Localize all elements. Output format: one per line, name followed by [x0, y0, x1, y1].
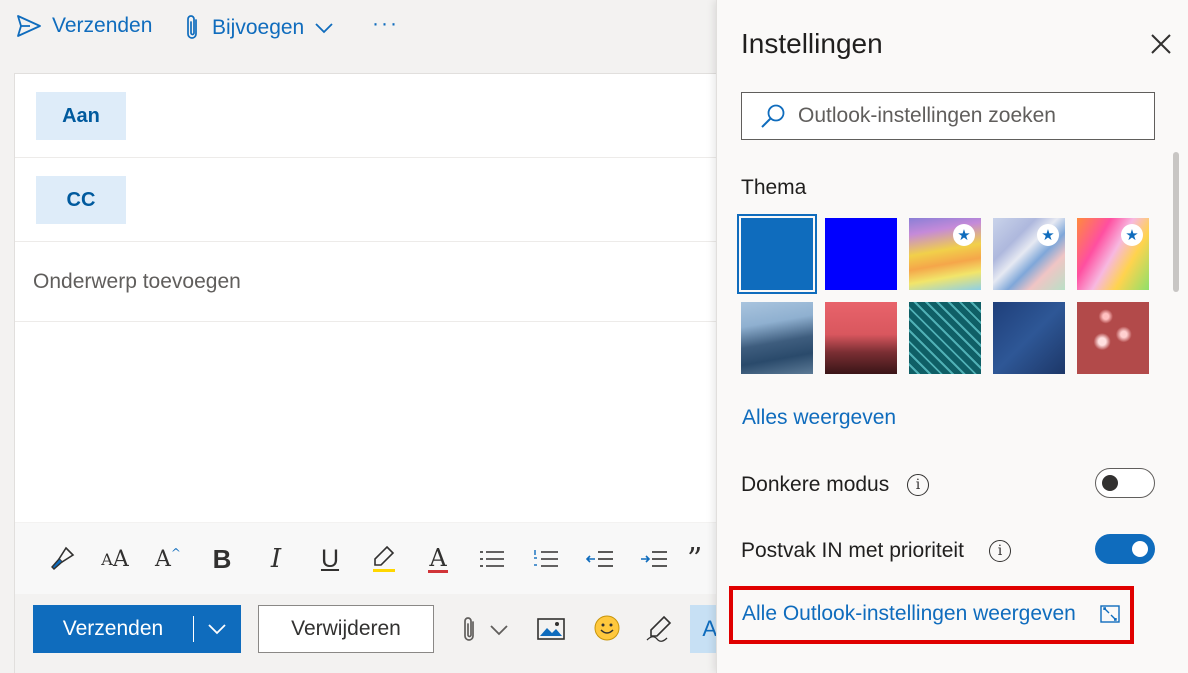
format-painter-icon[interactable]	[42, 541, 82, 577]
send-button-label: Verzenden	[62, 617, 164, 640]
attach-command[interactable]: Bijvoegen	[184, 14, 334, 42]
theme-lights[interactable]	[1077, 302, 1149, 374]
cc-row[interactable]: CC	[15, 158, 717, 242]
compose-form: Aan CC Onderwerp toevoegen AA A ^ B I U A	[14, 73, 717, 673]
open-in-new-icon	[1100, 605, 1120, 623]
subject-field[interactable]: Onderwerp toevoegen	[33, 270, 241, 294]
search-icon	[760, 103, 786, 129]
focused-inbox-toggle[interactable]	[1095, 534, 1155, 564]
theme-unicorn[interactable]: ★	[1077, 218, 1149, 290]
view-all-themes-link[interactable]: Alles weergeven	[742, 406, 896, 430]
paperclip-icon	[461, 616, 479, 644]
theme-innovation[interactable]	[993, 302, 1065, 374]
cc-button[interactable]: CC	[36, 176, 126, 224]
font-color-icon[interactable]: A	[418, 541, 458, 577]
subject-row[interactable]: Onderwerp toevoegen	[15, 242, 717, 322]
signature-icon[interactable]	[645, 614, 675, 642]
send-icon	[16, 14, 42, 38]
decrease-indent-icon[interactable]	[580, 541, 620, 577]
send-options-chevron-icon[interactable]	[194, 623, 240, 635]
toggle-knob	[1132, 541, 1148, 557]
all-settings-label: Alle Outlook-instellingen weergeven	[742, 602, 1076, 625]
action-bar: Verzenden Verwijderen A	[15, 594, 717, 673]
message-body[interactable]	[15, 322, 717, 522]
premium-star-icon: ★	[953, 224, 975, 246]
premium-star-icon: ★	[1121, 224, 1143, 246]
send-command-label: Verzenden	[52, 14, 153, 37]
settings-title: Instellingen	[741, 28, 883, 59]
theme-pastel-streamers[interactable]: ★	[993, 218, 1065, 290]
theme-mountain[interactable]	[741, 302, 813, 374]
bullets-icon[interactable]	[472, 541, 512, 577]
theme-bright-blue[interactable]	[825, 218, 897, 290]
underline-icon[interactable]: U	[310, 541, 350, 577]
grow-font-icon[interactable]: A ^	[148, 541, 188, 577]
increase-indent-icon[interactable]	[634, 541, 674, 577]
more-icon: ···	[372, 12, 399, 35]
formatting-toolbar: AA A ^ B I U A ”	[15, 522, 717, 594]
theme-circuit[interactable]	[909, 302, 981, 374]
paperclip-icon	[184, 14, 202, 42]
premium-star-icon: ★	[1037, 224, 1059, 246]
theme-heading: Thema	[741, 176, 807, 199]
theme-blue[interactable]	[737, 214, 817, 294]
command-bar: Verzenden Bijvoegen ···	[0, 0, 716, 56]
send-button[interactable]: Verzenden	[33, 605, 241, 653]
font-size-icon[interactable]: AA	[95, 541, 135, 577]
chevron-down-icon	[489, 624, 509, 636]
to-row[interactable]: Aan	[15, 74, 717, 158]
discard-button[interactable]: Verwijderen	[258, 605, 434, 653]
chevron-down-icon	[314, 22, 334, 34]
to-button[interactable]: Aan	[36, 92, 126, 140]
focused-inbox-label: Postvak IN met prioriteit	[741, 539, 964, 562]
settings-panel: Instellingen Thema ★ ★ ★ Alles weergeven…	[716, 0, 1188, 673]
scrollbar[interactable]	[1173, 152, 1179, 292]
dark-mode-toggle[interactable]	[1095, 468, 1155, 498]
theme-rainbow[interactable]: ★	[909, 218, 981, 290]
bold-icon[interactable]: B	[202, 541, 242, 577]
all-outlook-settings-link[interactable]: Alle Outlook-instellingen weergeven	[742, 602, 1120, 626]
info-icon[interactable]: i	[907, 474, 929, 496]
attach-button[interactable]	[461, 616, 509, 644]
editor-icon[interactable]: A	[690, 605, 717, 653]
settings-search-input[interactable]	[798, 104, 1138, 128]
send-command[interactable]: Verzenden	[16, 14, 152, 38]
close-icon[interactable]	[1147, 30, 1175, 58]
highlight-icon[interactable]	[364, 541, 404, 577]
italic-icon[interactable]: I	[256, 541, 296, 577]
numbering-icon[interactable]	[526, 541, 566, 577]
more-options-button[interactable]: ···	[372, 12, 399, 36]
theme-palm-sunset[interactable]	[825, 302, 897, 374]
toggle-knob	[1102, 474, 1118, 491]
dark-mode-label: Donkere modus	[741, 473, 890, 496]
settings-search-box[interactable]	[741, 92, 1155, 140]
insert-picture-icon[interactable]	[537, 617, 565, 641]
attach-command-label: Bijvoegen	[212, 16, 305, 39]
info-icon[interactable]: i	[989, 540, 1011, 562]
emoji-icon[interactable]	[593, 614, 621, 642]
quote-icon[interactable]: ”	[687, 541, 717, 577]
